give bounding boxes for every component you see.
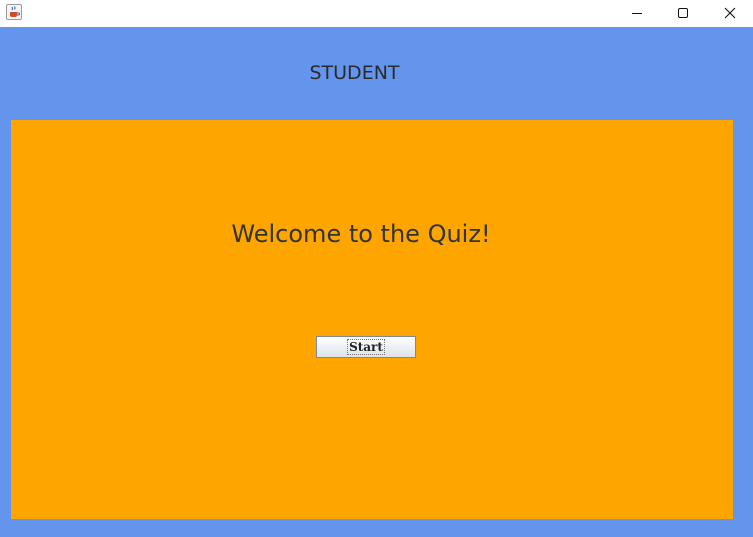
maximize-icon: [677, 4, 689, 23]
close-button[interactable]: [707, 0, 753, 27]
welcome-text: Welcome to the Quiz!: [231, 220, 491, 248]
maximize-button[interactable]: [660, 0, 706, 27]
java-cup-icon[interactable]: [6, 4, 22, 20]
start-button[interactable]: Start: [316, 336, 416, 358]
close-icon: [724, 4, 736, 23]
application-window: STUDENT Welcome to the Quiz! Start: [0, 0, 753, 537]
welcome-panel: Welcome to the Quiz! Start: [11, 120, 733, 519]
minimize-button[interactable]: [614, 0, 660, 27]
page-title: STUDENT: [309, 62, 400, 84]
start-button-label: Start: [347, 339, 385, 355]
minimize-icon: [631, 4, 643, 23]
title-bar[interactable]: [0, 0, 753, 27]
